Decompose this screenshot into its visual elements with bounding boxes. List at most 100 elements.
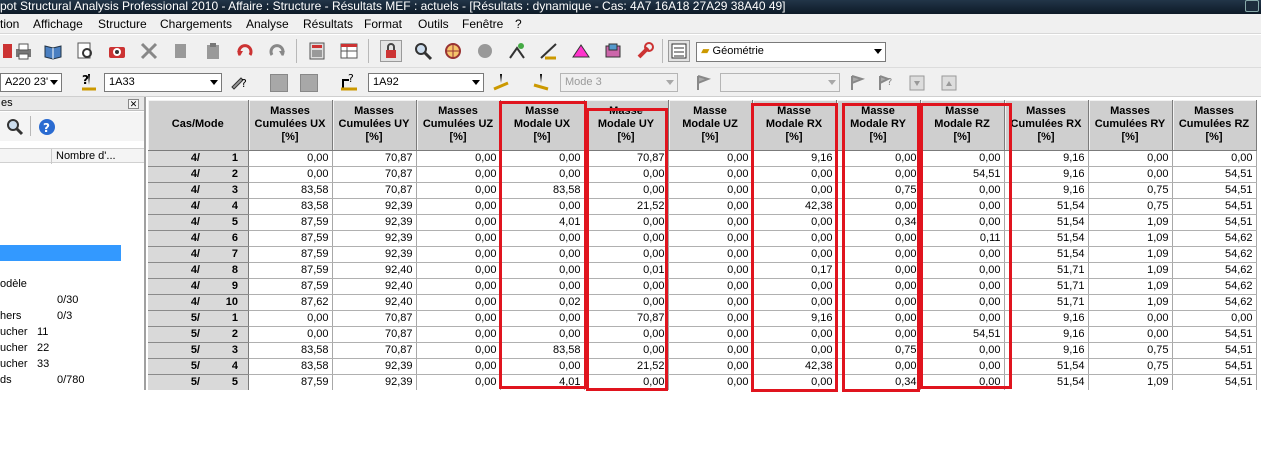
row-header-case-mode[interactable]: 4/5	[148, 214, 249, 231]
table-cell[interactable]: 0,00	[416, 326, 501, 343]
table-cell[interactable]: 1,09	[1088, 262, 1173, 279]
table-cell[interactable]: 0,00	[668, 230, 753, 247]
grey-block-icon-2[interactable]	[298, 72, 320, 94]
menu-resultats[interactable]: Résultats	[303, 17, 353, 31]
table-cell[interactable]: 0,00	[500, 198, 585, 215]
table-cell[interactable]: 0,00	[416, 198, 501, 215]
table-icon[interactable]	[338, 40, 360, 62]
table-cell[interactable]: 70,87	[584, 150, 669, 167]
table-cell[interactable]: 0,00	[920, 262, 1005, 279]
table-cell[interactable]: 1,09	[1088, 278, 1173, 295]
table-cell[interactable]: 0,00	[920, 358, 1005, 375]
column-header[interactable]: Masse Modale UY [%]	[584, 100, 669, 151]
table-cell[interactable]: 92,39	[332, 214, 417, 231]
table-row[interactable]: 4/6 87,59 92,39 0,00 0,00 0,00 0,00 0,00 0,00 0,1…	[148, 230, 1257, 247]
table-cell[interactable]: 0,00	[752, 326, 837, 343]
table-cell[interactable]: 0,00	[248, 310, 333, 327]
table-cell[interactable]: 54,51	[920, 326, 1005, 343]
table-cell[interactable]: 0,00	[668, 374, 753, 390]
node-select[interactable]: 1A92	[368, 73, 484, 92]
table-cell[interactable]: 87,59	[248, 262, 333, 279]
table-cell[interactable]: 9,16	[1004, 182, 1089, 199]
table-cell[interactable]: 87,59	[248, 278, 333, 295]
table-cell[interactable]: 0,00	[1088, 150, 1173, 167]
row-header-case-mode[interactable]: 5/3	[148, 342, 249, 359]
table-cell[interactable]: 0,00	[416, 230, 501, 247]
case-select[interactable]: A220 23'	[0, 73, 62, 92]
row-header-case-mode[interactable]: 4/9	[148, 278, 249, 295]
help-icon[interactable]: ?	[36, 116, 58, 138]
table-cell[interactable]: 0,00	[584, 166, 669, 183]
table-cell[interactable]: 0,00	[836, 150, 921, 167]
table-cell[interactable]: 0,00	[668, 214, 753, 231]
table-cell[interactable]: 0,00	[416, 166, 501, 183]
table-cell[interactable]: 51,54	[1004, 374, 1089, 390]
table-cell[interactable]: 51,54	[1004, 198, 1089, 215]
table-cell[interactable]: 0,00	[668, 262, 753, 279]
table-cell[interactable]: 0,00	[752, 182, 837, 199]
table-cell[interactable]: 0,00	[836, 262, 921, 279]
menu-help[interactable]: ?	[515, 17, 522, 31]
table-cell[interactable]: 70,87	[332, 342, 417, 359]
table-row[interactable]: 4/10 87,62 92,40 0,00 0,02 0,00 0,00 0,00 0,00 0,…	[148, 294, 1257, 311]
table-cell[interactable]: 0,00	[668, 246, 753, 263]
table-cell[interactable]: 54,62	[1172, 262, 1257, 279]
table-cell[interactable]: 0,00	[668, 182, 753, 199]
table-cell[interactable]: 54,51	[920, 166, 1005, 183]
book-icon[interactable]	[42, 40, 64, 62]
gear-grey-icon[interactable]	[474, 40, 496, 62]
table-cell[interactable]: 0,00	[752, 246, 837, 263]
table-cell[interactable]: 0,00	[584, 342, 669, 359]
row-header-case-mode[interactable]: 4/7	[148, 246, 249, 263]
table-cell[interactable]: 0,01	[584, 262, 669, 279]
table-cell[interactable]: 83,58	[248, 182, 333, 199]
row-header-case-mode[interactable]: 5/2	[148, 326, 249, 343]
redo-icon[interactable]	[266, 40, 288, 62]
table-cell[interactable]: 9,16	[1004, 150, 1089, 167]
table-cell[interactable]: 92,39	[332, 230, 417, 247]
table-cell[interactable]: 54,51	[1172, 198, 1257, 215]
table-cell[interactable]: 51,54	[1004, 230, 1089, 247]
table-cell[interactable]: 0,00	[836, 230, 921, 247]
table-row[interactable]: 5/2 0,00 70,87 0,00 0,00 0,00 0,00 0,00 0,00 54,5…	[148, 326, 1257, 343]
table-row[interactable]: 4/2 0,00 70,87 0,00 0,00 0,00 0,00 0,00 0,00 54,5…	[148, 166, 1257, 183]
layout-icon[interactable]	[668, 40, 690, 62]
table-cell[interactable]: 54,62	[1172, 278, 1257, 295]
table-cell[interactable]: 42,38	[752, 358, 837, 375]
paste-icon[interactable]	[202, 40, 224, 62]
support-icon[interactable]	[506, 40, 528, 62]
zoom-icon[interactable]	[412, 40, 434, 62]
table-cell[interactable]: 0,00	[248, 166, 333, 183]
table-cell[interactable]: 87,59	[248, 246, 333, 263]
table-cell[interactable]: 0,75	[1088, 182, 1173, 199]
table-cell[interactable]: 70,87	[332, 310, 417, 327]
table-cell[interactable]: 92,40	[332, 262, 417, 279]
tree-row-label[interactable]: odèle	[0, 278, 27, 290]
table-cell[interactable]: 92,40	[332, 278, 417, 295]
table-cell[interactable]: 0,00	[416, 278, 501, 295]
table-cell[interactable]: 51,54	[1004, 246, 1089, 263]
table-cell[interactable]: 0,00	[920, 294, 1005, 311]
table-cell[interactable]: 92,39	[332, 358, 417, 375]
table-cell[interactable]: 0,00	[1088, 326, 1173, 343]
column-header[interactable]: Masse Modale RX [%]	[752, 100, 837, 151]
column-header-count[interactable]: Nombre d'...	[51, 149, 116, 164]
table-cell[interactable]: 0,00	[668, 310, 753, 327]
table-cell[interactable]: 70,87	[584, 310, 669, 327]
table-cell[interactable]: 0,00	[416, 374, 501, 390]
material-icon[interactable]	[602, 40, 624, 62]
table-cell[interactable]: 0,00	[584, 214, 669, 231]
wrench-icon[interactable]	[634, 40, 656, 62]
column-header[interactable]: Masse Modale UZ [%]	[668, 100, 753, 151]
selected-tree-row[interactable]	[0, 245, 121, 261]
table-row[interactable]: 4/7 87,59 92,39 0,00 0,00 0,00 0,00 0,00 0,00 0,0…	[148, 246, 1257, 263]
table-cell[interactable]: 0,02	[500, 294, 585, 311]
target-icon[interactable]	[442, 40, 464, 62]
tree-row-label[interactable]: ds	[0, 374, 12, 386]
table-cell[interactable]: 0,00	[416, 342, 501, 359]
bar-selection-icon[interactable]: ?	[78, 71, 100, 93]
table-cell[interactable]: 0,00	[416, 150, 501, 167]
table-cell[interactable]: 0,00	[248, 150, 333, 167]
table-cell[interactable]: 0,00	[1172, 310, 1257, 327]
menu-chargements[interactable]: Chargements	[160, 17, 232, 31]
